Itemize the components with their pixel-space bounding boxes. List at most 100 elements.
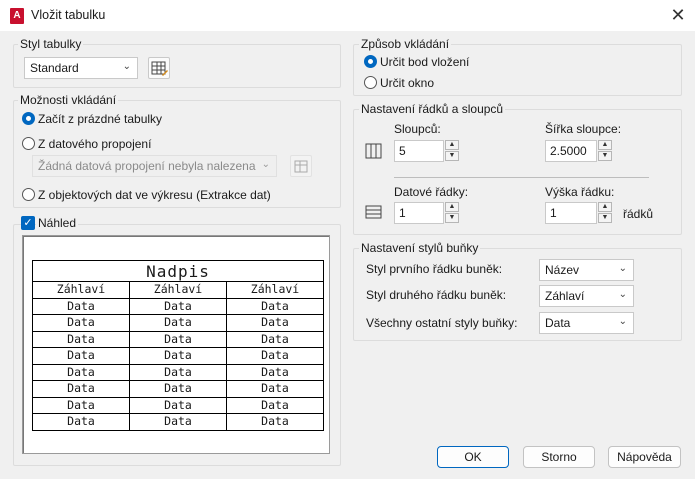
chevron-down-icon: ⌄ bbox=[122, 61, 131, 72]
table-style-select[interactable]: Standard ⌄ bbox=[24, 57, 138, 79]
other-row-style-select[interactable]: Data ⌄ bbox=[539, 312, 634, 334]
other-row-style-label: Všechny ostatní styly buňky: bbox=[366, 316, 518, 330]
preview-data-cell: Data bbox=[32, 380, 130, 398]
preview-data-cell: Data bbox=[226, 413, 324, 431]
row-height-unit: řádků bbox=[623, 207, 654, 221]
preview-data-cell: Data bbox=[32, 347, 130, 365]
close-icon[interactable]: ✕ bbox=[666, 4, 690, 28]
preview-table: Nadpis Záhlaví Záhlaví Záhlaví Data Data D… bbox=[32, 260, 324, 431]
columns-label: Sloupců: bbox=[394, 122, 441, 136]
insert-method-label: Způsob vkládání bbox=[359, 37, 452, 51]
table-row: Data Data Data bbox=[32, 297, 324, 315]
datalink-select[interactable]: Žádná datová propojení nebyla nalezena ⌄ bbox=[32, 155, 277, 177]
table-row: Data Data Data bbox=[32, 363, 324, 381]
second-row-style-label: Styl druhého řádku buněk: bbox=[366, 288, 507, 302]
help-button[interactable]: Nápověda bbox=[608, 446, 681, 468]
radio-specify-point[interactable] bbox=[364, 55, 377, 68]
table-row: Data Data Data bbox=[32, 314, 324, 332]
column-width-input[interactable]: 2.5000 bbox=[545, 140, 597, 162]
table-style-label: Styl tabulky bbox=[18, 37, 84, 51]
table-style-dialog-button[interactable] bbox=[148, 57, 170, 79]
chevron-down-icon: ⌄ bbox=[618, 263, 627, 274]
preview-data-cell: Data bbox=[129, 347, 227, 365]
table-row: Data Data Data bbox=[32, 413, 324, 431]
second-row-style-value: Záhlaví bbox=[545, 289, 585, 303]
spin-up-icon[interactable]: ▲ bbox=[598, 140, 612, 150]
insert-options-label: Možnosti vkládání bbox=[18, 93, 119, 107]
preview-data-cell: Data bbox=[129, 396, 227, 414]
ok-button[interactable]: OK bbox=[437, 446, 509, 468]
preview-data-cell: Data bbox=[226, 396, 324, 414]
columns-input[interactable]: 5 bbox=[394, 140, 444, 162]
data-rows-input[interactable]: 1 bbox=[394, 202, 444, 224]
column-width-label: Šířka sloupce: bbox=[545, 122, 622, 136]
table-preview: Nadpis Záhlaví Záhlaví Záhlaví Data Data D… bbox=[22, 235, 330, 454]
first-row-style-label: Styl prvního řádku buněk: bbox=[366, 262, 503, 276]
table-row: Data Data Data bbox=[32, 347, 324, 365]
spin-up-icon[interactable]: ▲ bbox=[445, 140, 459, 150]
radio-start-empty[interactable] bbox=[22, 112, 35, 125]
radio-from-datalink[interactable] bbox=[22, 137, 35, 150]
preview-data-cell: Data bbox=[226, 363, 324, 381]
preview-data-cell: Data bbox=[226, 380, 324, 398]
datalink-manager-button[interactable] bbox=[290, 155, 312, 177]
preview-data-cell: Data bbox=[129, 314, 227, 332]
radio-specify-window[interactable] bbox=[364, 76, 377, 89]
data-rows-spinner[interactable]: ▲ ▼ bbox=[445, 202, 459, 224]
preview-data-cell: Data bbox=[32, 314, 130, 332]
cell-styles-label: Nastavení stylů buňky bbox=[359, 241, 481, 255]
row-height-spinner[interactable]: ▲ ▼ bbox=[598, 202, 612, 224]
table-row: Data Data Data bbox=[32, 380, 324, 398]
row-height-input[interactable]: 1 bbox=[545, 202, 597, 224]
label-from-datalink: Z datového propojení bbox=[38, 137, 152, 151]
preview-data-cell: Data bbox=[226, 330, 324, 348]
preview-data-cell: Data bbox=[226, 347, 324, 365]
rows-columns-label: Nastavení řádků a sloupců bbox=[359, 102, 506, 116]
preview-title: Nadpis bbox=[32, 260, 324, 282]
spin-down-icon[interactable]: ▼ bbox=[598, 151, 612, 161]
cancel-button[interactable]: Storno bbox=[523, 446, 595, 468]
first-row-style-select[interactable]: Název ⌄ bbox=[539, 259, 634, 281]
spin-down-icon[interactable]: ▼ bbox=[445, 151, 459, 161]
rows-icon bbox=[365, 205, 382, 219]
preview-data-cell: Data bbox=[129, 380, 227, 398]
label-from-objects: Z objektových dat ve výkresu (Extrakce d… bbox=[38, 188, 271, 202]
table-edit-icon bbox=[151, 61, 168, 76]
preview-header-cell: Záhlaví bbox=[226, 281, 324, 299]
preview-data-cell: Data bbox=[32, 363, 130, 381]
spin-down-icon[interactable]: ▼ bbox=[598, 213, 612, 223]
preview-data-cell: Data bbox=[32, 413, 130, 431]
label-start-empty: Začít z prázdné tabulky bbox=[38, 112, 163, 126]
divider bbox=[394, 177, 649, 178]
preview-data-cell: Data bbox=[226, 314, 324, 332]
preview-data-cell: Data bbox=[129, 297, 227, 315]
preview-data-cell: Data bbox=[129, 330, 227, 348]
datalink-icon bbox=[294, 160, 308, 173]
chevron-down-icon: ⌄ bbox=[261, 159, 270, 170]
label-specify-window: Určit okno bbox=[380, 76, 435, 90]
first-row-style-value: Název bbox=[545, 263, 580, 277]
preview-header-cell: Záhlaví bbox=[129, 281, 227, 299]
preview-data-cell: Data bbox=[129, 363, 227, 381]
preview-data-cell: Data bbox=[32, 396, 130, 414]
preview-data-cell: Data bbox=[32, 297, 130, 315]
spin-up-icon[interactable]: ▲ bbox=[445, 202, 459, 212]
columns-icon bbox=[365, 143, 382, 159]
radio-from-objects[interactable] bbox=[22, 188, 35, 201]
spin-down-icon[interactable]: ▼ bbox=[445, 213, 459, 223]
preview-header-cell: Záhlaví bbox=[32, 281, 130, 299]
preview-data-cell: Data bbox=[32, 330, 130, 348]
autocad-app-icon: A bbox=[10, 8, 24, 24]
table-row: Data Data Data bbox=[32, 330, 324, 348]
row-height-label: Výška řádku: bbox=[545, 185, 615, 199]
preview-checkbox[interactable]: ✓ bbox=[21, 216, 35, 230]
chevron-down-icon: ⌄ bbox=[618, 316, 627, 327]
preview-data-cell: Data bbox=[226, 297, 324, 315]
chevron-down-icon: ⌄ bbox=[618, 289, 627, 300]
column-width-spinner[interactable]: ▲ ▼ bbox=[598, 140, 612, 162]
columns-spinner[interactable]: ▲ ▼ bbox=[445, 140, 459, 162]
spin-up-icon[interactable]: ▲ bbox=[598, 202, 612, 212]
second-row-style-select[interactable]: Záhlaví ⌄ bbox=[539, 285, 634, 307]
table-style-value: Standard bbox=[30, 61, 79, 75]
preview-label: Náhled bbox=[36, 216, 79, 230]
